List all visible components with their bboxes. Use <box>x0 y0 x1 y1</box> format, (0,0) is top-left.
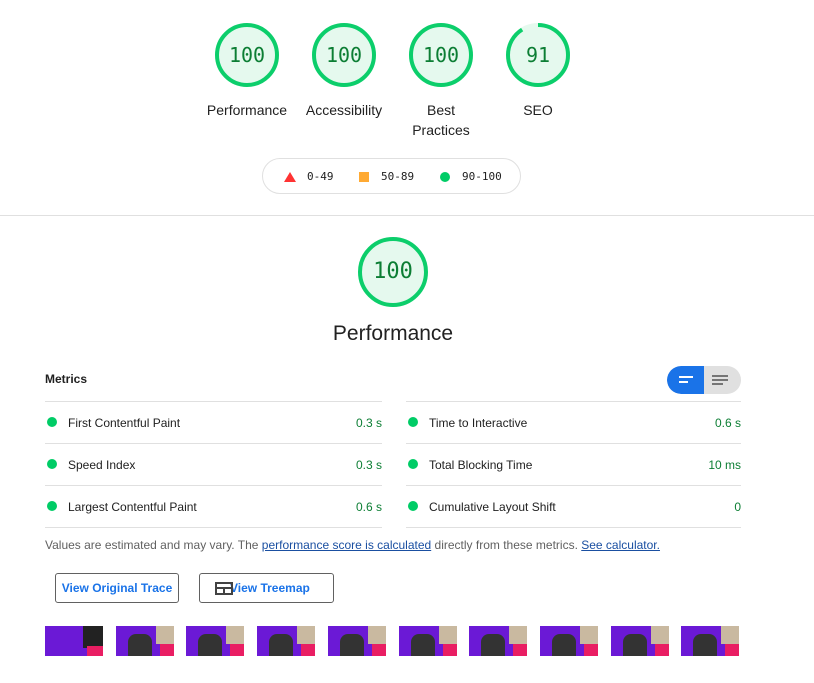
legend-fail: 0-49 <box>307 170 334 183</box>
section-divider <box>0 215 814 216</box>
square-average-icon <box>359 172 369 182</box>
metrics-disclaimer: Values are estimated and may vary. The p… <box>45 538 660 552</box>
gauge-label: Accessibility <box>305 102 383 118</box>
gauge-score: 100 <box>422 43 460 67</box>
filmstrip-frame <box>611 626 669 656</box>
pass-dot-icon <box>47 459 57 469</box>
triangle-fail-icon <box>284 172 296 182</box>
score-scale-legend: 0-49 50-89 90-100 <box>262 158 521 194</box>
view-treemap-label: View Treemap <box>230 581 310 595</box>
filmstrip-frame <box>45 626 103 656</box>
treemap-icon <box>215 582 233 595</box>
filmstrip-frame <box>116 626 174 656</box>
legend-average: 50-89 <box>381 170 415 183</box>
metric-value: 0.3 s <box>355 416 382 430</box>
filmstrip-frame <box>399 626 457 656</box>
compact-view-button[interactable] <box>667 366 704 394</box>
filmstrip-frame <box>540 626 598 656</box>
gauge-label: Performance <box>206 102 288 118</box>
lines-icon <box>679 376 693 378</box>
lines-icon <box>679 381 688 383</box>
metric-value: 10 ms <box>708 458 741 472</box>
gauge-performance[interactable]: 100 Performance <box>202 22 292 120</box>
metric-first-contentful-paint: First Contentful Paint 0.3 s <box>45 401 382 443</box>
filmstrip <box>45 626 745 656</box>
see-calculator-link[interactable]: See calculator. <box>581 538 660 552</box>
metric-speed-index: Speed Index 0.3 s <box>45 443 382 485</box>
lines-icon <box>712 375 728 377</box>
score-calculated-link[interactable]: performance score is calculated <box>262 538 431 552</box>
view-treemap-button[interactable]: View Treemap <box>199 573 334 603</box>
gauge-score: 100 <box>228 43 266 67</box>
metrics-divider <box>45 527 382 528</box>
filmstrip-frame <box>469 626 527 656</box>
score-gauges: 100 Performance 100 Accessibility 100 Be… <box>0 22 814 142</box>
metric-name: Total Blocking Time <box>429 458 533 472</box>
category-title: Performance <box>332 322 454 345</box>
gauge-best-practices[interactable]: 100 Best Practices <box>396 22 486 140</box>
filmstrip-frame <box>186 626 244 656</box>
metric-name: Time to Interactive <box>429 416 528 430</box>
pass-dot-icon <box>408 459 418 469</box>
filmstrip-frame <box>257 626 315 656</box>
metric-value: 0 <box>734 500 741 514</box>
disclaimer-prefix: Values are estimated and may vary. The <box>45 538 262 552</box>
metrics-divider <box>406 527 741 528</box>
circle-pass-icon <box>440 172 450 182</box>
view-original-trace-button[interactable]: View Original Trace <box>55 573 179 603</box>
metrics-header: Metrics <box>45 372 88 386</box>
lines-icon <box>712 383 723 385</box>
gauge-label: Best Practices <box>412 102 470 138</box>
metric-name: Speed Index <box>68 458 136 472</box>
gauge-accessibility[interactable]: 100 Accessibility <box>299 22 389 120</box>
metrics-view-toggle[interactable] <box>667 366 741 394</box>
metric-name: First Contentful Paint <box>68 416 181 430</box>
metric-time-to-interactive: Time to Interactive 0.6 s <box>406 401 741 443</box>
metric-value: 0.3 s <box>355 458 382 472</box>
pass-dot-icon <box>47 501 57 511</box>
gauge-score: 91 <box>525 43 551 67</box>
metric-value: 0.6 s <box>355 500 382 514</box>
metric-value: 0.6 s <box>714 416 741 430</box>
filmstrip-frame <box>328 626 386 656</box>
gauge-seo[interactable]: 91 SEO <box>493 22 583 120</box>
filmstrip-frame <box>681 626 739 656</box>
lines-icon <box>712 379 728 381</box>
category-score: 100 <box>373 259 413 284</box>
disclaimer-middle: directly from these metrics. <box>431 538 582 552</box>
metric-total-blocking-time: Total Blocking Time 10 ms <box>406 443 741 485</box>
metric-name: Cumulative Layout Shift <box>429 500 556 514</box>
metric-largest-contentful-paint: Largest Contentful Paint 0.6 s <box>45 485 382 527</box>
category-gauge: 100 <box>357 236 429 308</box>
pass-dot-icon <box>47 417 57 427</box>
gauge-score: 100 <box>325 43 363 67</box>
pass-dot-icon <box>408 417 418 427</box>
metric-name: Largest Contentful Paint <box>68 500 197 514</box>
gauge-label: SEO <box>523 102 553 118</box>
legend-pass: 90-100 <box>462 170 502 183</box>
pass-dot-icon <box>408 501 418 511</box>
metric-cumulative-layout-shift: Cumulative Layout Shift 0 <box>406 485 741 527</box>
